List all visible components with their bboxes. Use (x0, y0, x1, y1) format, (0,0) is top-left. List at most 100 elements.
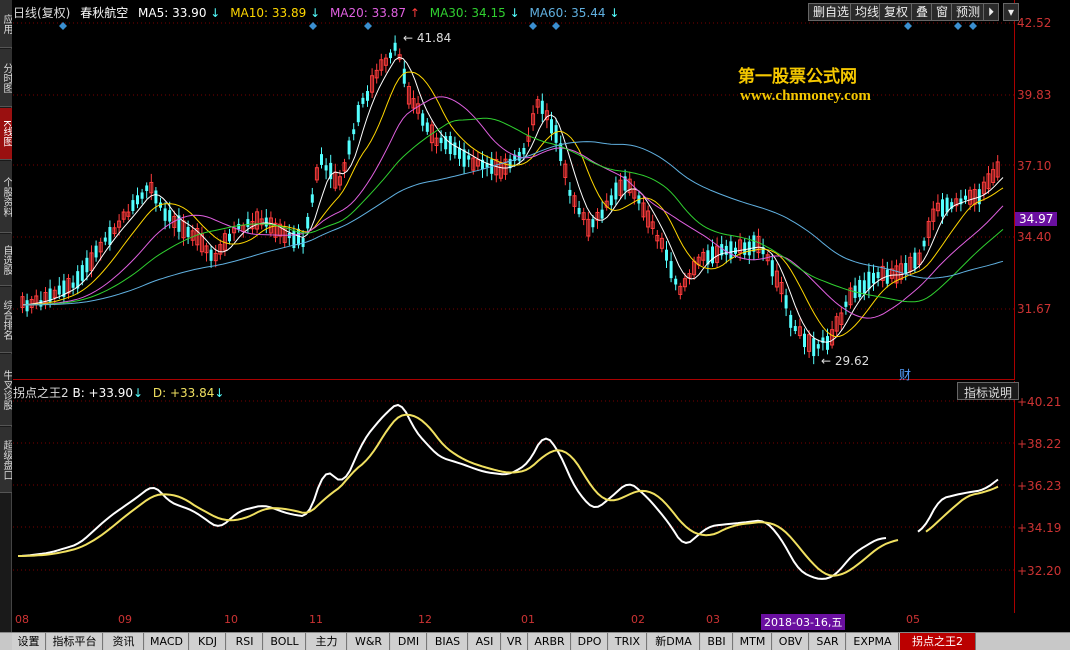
tab-mtm[interactable]: MTM (734, 633, 772, 650)
candle-body-down (103, 237, 107, 242)
candle-body-down (876, 272, 880, 279)
candle-body-down (600, 209, 604, 219)
tab-sar[interactable]: SAR (810, 633, 846, 650)
tab-expma[interactable]: EXPMA (847, 633, 899, 650)
tab-dmi[interactable]: DMI (391, 633, 427, 650)
candle-body-down (25, 300, 29, 312)
candle-body-down (209, 249, 213, 261)
left-tab-watchlist[interactable]: 自选股 (0, 234, 12, 286)
month-label: 03 (706, 613, 720, 626)
tab-dpo[interactable]: DPO (572, 633, 608, 650)
event-diamond-icon (954, 22, 962, 30)
window-button[interactable]: 窗 (931, 3, 954, 21)
indicator-axis-label: +34.19 (1017, 521, 1062, 535)
candle-body-down (816, 344, 820, 349)
overlay-button[interactable]: 叠 (911, 3, 934, 21)
period-label[interactable]: 日线(复权) (13, 6, 70, 20)
candle-body-down (228, 233, 231, 242)
indicator-legend: 拐点之王2 B: +33.90↓ D: +33.84↓ (13, 384, 224, 401)
tab-new-dma[interactable]: 新DMA (648, 633, 700, 650)
left-tab-level2[interactable]: 超级盘口 (0, 427, 12, 493)
tab-arbr[interactable]: ARBR (529, 633, 571, 650)
candle-body-down (145, 185, 149, 191)
candle-body-down (867, 271, 871, 290)
candle-body-down (140, 192, 144, 199)
tab-bias[interactable]: BIAS (428, 633, 468, 650)
tab-inflection-king-2[interactable]: 拐点之王2 (900, 633, 976, 650)
candle-body-down (85, 257, 89, 273)
candle-body-down (136, 195, 139, 205)
price-axis-label: 34.40 (1017, 230, 1052, 244)
candle-body-down (356, 105, 360, 123)
tab-trix[interactable]: TRIX (609, 633, 647, 650)
candle-body-down (614, 182, 618, 200)
adjust-button[interactable]: 复权 (879, 3, 914, 21)
candle-body-down (674, 278, 678, 285)
tab-bbi[interactable]: BBI (701, 633, 733, 650)
low-price-marker: ← 29.62 (821, 354, 870, 368)
candle-body-down (522, 148, 526, 155)
kline-chart-canvas[interactable] (13, 0, 1070, 632)
candle-body-down (366, 91, 369, 101)
tab-settings[interactable]: 设置 (12, 633, 46, 650)
d-arrow-icon: ↓ (214, 386, 225, 400)
indicator-axis-label: +38.22 (1017, 437, 1062, 451)
candle-body-down (246, 219, 250, 227)
forecast-button[interactable]: 预测 (951, 3, 986, 21)
tab-macd[interactable]: MACD (145, 633, 189, 650)
candle-body-down (71, 282, 75, 288)
candle-body-down (306, 216, 310, 229)
tab-vr[interactable]: VR (502, 633, 528, 650)
tab-asi[interactable]: ASI (469, 633, 501, 650)
ma20-arrow-icon: ↑ (409, 6, 420, 20)
indicator-d-value: D: +33.84 (152, 386, 215, 400)
tab-main-force[interactable]: 主力 (307, 633, 347, 650)
left-tab-kline[interactable]: K线图 (0, 108, 12, 160)
indicator-axis-label: +36.23 (1017, 479, 1062, 493)
month-label: 08 (15, 613, 29, 626)
price-axis-label: 42.52 (1017, 16, 1052, 30)
left-tab-stock-info[interactable]: 个股资料 (0, 161, 12, 233)
candle-body-down (858, 279, 862, 298)
play-arrow-icon[interactable]: ⏵ (983, 3, 1000, 21)
price-axis-label: 39.83 (1017, 88, 1052, 102)
candle-body-down (237, 223, 241, 230)
candle-body-down (439, 137, 443, 144)
tab-boll[interactable]: BOLL (264, 633, 306, 650)
ma30-arrow-icon: ↓ (509, 6, 520, 20)
month-label: 10 (224, 613, 238, 626)
left-tab-ranking[interactable]: 综合排名 (0, 287, 12, 353)
tab-obv[interactable]: OBV (773, 633, 809, 650)
b-arrow-icon: ↓ (132, 386, 144, 400)
candle-body-down (844, 301, 848, 307)
delete-watchlist-button[interactable]: 删自选 (808, 3, 855, 21)
tab-kdj[interactable]: KDJ (190, 633, 226, 650)
left-tab-timeshare[interactable]: 分时图 (0, 49, 12, 107)
candle-body-down (352, 129, 356, 135)
event-diamond-icon (969, 22, 977, 30)
month-label: 11 (309, 613, 323, 626)
candle-body-down (609, 195, 613, 206)
finance-marker[interactable]: 财 (899, 366, 911, 383)
left-tab-diagnosis[interactable]: 牛叉诊股 (0, 354, 12, 426)
ma5-arrow-icon: ↓ (210, 6, 221, 20)
event-diamond-icon (529, 22, 537, 30)
tab-indicator-platform[interactable]: 指标平台 (47, 633, 103, 650)
tab-rsi[interactable]: RSI (227, 633, 263, 650)
indicator-help-button[interactable]: 指标说明 (957, 382, 1020, 400)
candle-body-down (421, 113, 425, 126)
indicator-name[interactable]: 拐点之王2 (13, 386, 69, 400)
left-tab-apps[interactable]: 应用 (0, 0, 12, 48)
ma-legend: 日线(复权) 春秋航空 MA5: 33.90 ↓ MA10: 33.89 ↓ M… (13, 4, 625, 20)
ma5-value: MA5: 33.90 ↓ (138, 6, 221, 20)
tab-news[interactable]: 资讯 (104, 633, 144, 650)
candle-body-down (872, 272, 875, 284)
candle-body-down (108, 226, 112, 245)
candle-body-down (186, 226, 190, 238)
candle-body-down (458, 147, 461, 159)
candle-body-down (163, 208, 167, 221)
month-label: 05 (906, 613, 920, 626)
candle-body-down (784, 295, 788, 309)
chart-area[interactable]: 日线(复权) 春秋航空 MA5: 33.90 ↓ MA10: 33.89 ↓ M… (13, 0, 1070, 632)
tab-wr[interactable]: W&R (348, 633, 390, 650)
